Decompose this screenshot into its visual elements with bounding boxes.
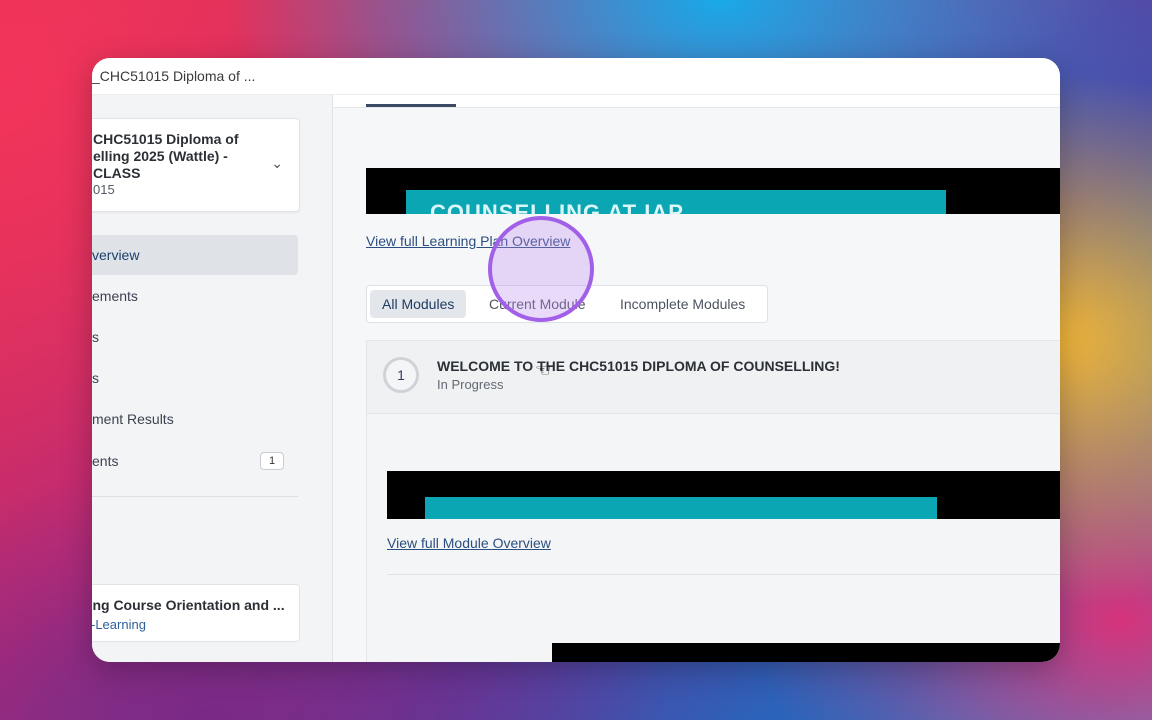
browser-window: _CHC51015 Diploma of ... CHC51015 Diplom… [92,58,1060,662]
module-card: 1 WELCOME TO THE CHC51015 DIPLOMA OF COU… [366,340,1060,662]
module-banner [387,471,1060,519]
course-title-line-3: CLASS [93,165,141,181]
learning-plan-banner: COUNSELLING AT IAP [366,168,1060,214]
module-video-thumbnail [552,643,1060,662]
view-module-overview-link[interactable]: View full Module Overview [387,535,551,551]
tab-all-modules[interactable]: All Modules [370,290,467,318]
sidebar-item-label: s [92,329,99,345]
sidebar-item-requirements[interactable]: ements [92,276,298,316]
sidebar-item-label: s [92,370,99,386]
sidebar: CHC51015 Diploma of elling 2025 (Wattle)… [92,95,333,662]
enrollment-subtitle: -Learning [92,617,146,632]
sidebar-item-overview[interactable]: verview [92,235,298,275]
module-status: In Progress [437,377,504,392]
sidebar-item-3[interactable]: s [92,317,298,357]
window-title: _CHC51015 Diploma of ... [92,68,256,84]
top-tab-bar [333,95,1060,108]
enrollment-title: elling Course Orientation and ... [92,597,285,613]
sidebar-item-enrolments[interactable]: ents 1 [92,441,298,481]
course-title: CHC51015 Diploma of elling 2025 (Wattle)… [93,131,263,182]
tab-incomplete-modules[interactable]: Incomplete Modules [608,290,757,318]
sidebar-divider [92,496,298,497]
module-divider [387,574,1060,575]
sidebar-item-assessment-results[interactable]: ment Results [92,399,298,439]
sidebar-item-label: verview [92,247,140,263]
course-code: 015 [93,182,115,197]
sidebar-item-4[interactable]: s [92,358,298,398]
chevron-down-icon[interactable]: ⌄ [271,155,283,172]
window-titlebar: _CHC51015 Diploma of ... [92,58,1060,95]
count-badge: 1 [260,452,284,470]
enrollment-card[interactable]: elling Course Orientation and ... -Learn… [92,584,300,642]
module-title: WELCOME TO THE CHC51015 DIPLOMA OF COUNS… [437,358,840,374]
module-header[interactable]: 1 WELCOME TO THE CHC51015 DIPLOMA OF COU… [367,341,1060,414]
active-tab-indicator [366,104,456,107]
hand-cursor-icon: ☜ [535,360,552,380]
course-selector[interactable]: CHC51015 Diploma of elling 2025 (Wattle)… [92,118,300,212]
sidebar-item-label: ment Results [92,411,174,427]
main-content: COUNSELLING AT IAP View full Learning Pl… [333,95,1060,662]
course-title-line-1: CHC51015 Diploma of [93,131,239,147]
banner-image: COUNSELLING AT IAP [406,190,946,214]
click-highlight [488,216,594,322]
course-title-line-2: elling 2025 (Wattle) - [93,148,228,164]
module-banner-image [425,497,937,519]
sidebar-item-label: ents [92,453,119,469]
sidebar-item-label: ements [92,288,138,304]
module-number: 1 [383,357,419,393]
